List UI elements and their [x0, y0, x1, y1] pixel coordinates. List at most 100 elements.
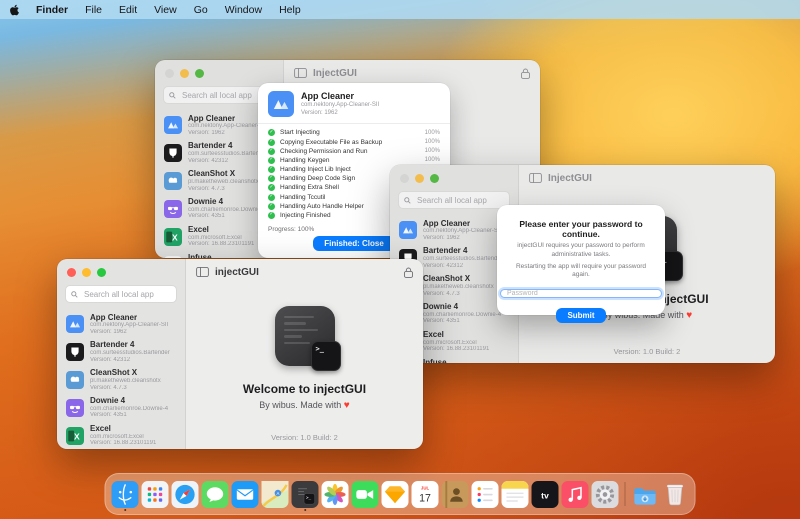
- dock-item-contacts[interactable]: [441, 480, 469, 508]
- menu-item-go[interactable]: Go: [194, 4, 208, 16]
- menu-item-edit[interactable]: Edit: [119, 4, 137, 16]
- dock-item-tv[interactable]: tv: [531, 480, 559, 508]
- submit-button[interactable]: Submit: [556, 308, 606, 324]
- excel-app-icon: X: [66, 426, 84, 445]
- app-cleaner-icon: [268, 91, 294, 118]
- app-bundle-id: com.charliemonroe.Downie-4: [188, 206, 267, 213]
- dock-item-photos[interactable]: [321, 480, 349, 508]
- menu-item-finder[interactable]: Finder: [36, 4, 68, 16]
- app-info: Downie 4 com.charliemonroe.Downie-4 Versio…: [188, 197, 266, 220]
- app-list-item[interactable]: CleanShot Xpl.maketheweb.cleanshotx Versi…: [63, 366, 179, 394]
- sidebar-toggle-icon[interactable]: [196, 267, 209, 277]
- app-list-item[interactable]: X Excelcom.microsoft.ExcelVersion: 16.88.…: [63, 422, 179, 449]
- search-input[interactable]: [82, 288, 171, 300]
- apple-menu[interactable]: [10, 4, 19, 16]
- window-title-bar[interactable]: injectGUI: [186, 259, 423, 285]
- zoom-button[interactable]: [195, 69, 204, 78]
- step-check-icon: [268, 156, 275, 164]
- zoom-button[interactable]: [430, 174, 439, 183]
- dock-item-maps[interactable]: A: [261, 480, 289, 508]
- sidebar-toggle-icon[interactable]: [529, 173, 542, 183]
- app-name: Excel: [90, 424, 111, 434]
- app-bundle-id: com.microsoft.Excel: [423, 339, 477, 346]
- search-input[interactable]: [180, 89, 269, 101]
- minimize-button[interactable]: [82, 268, 91, 277]
- sidebar-toggle-icon[interactable]: [294, 68, 307, 78]
- svg-text:>_: >_: [306, 495, 312, 500]
- appcleaner-app-icon: [399, 220, 417, 239]
- dock-item-downloads[interactable]: [632, 481, 659, 508]
- app-list-item[interactable]: Bartender 4 com.surteesstudios.Bartender V…: [63, 338, 179, 366]
- app-version: Version: 4.7.3: [423, 290, 460, 297]
- app-info: App Cleaner com.nektony.App-Cleaner-SII Ve…: [423, 219, 501, 242]
- window-title-bar[interactable]: InjectGUI: [519, 165, 775, 191]
- dialog-app-name: App Cleaner: [301, 91, 355, 101]
- dock-item-calendar[interactable]: JUL 17: [411, 480, 439, 508]
- injection-step: Checking Permission and Run 100%: [268, 147, 440, 156]
- dock-item-finder[interactable]: [111, 480, 139, 511]
- dock-item-sketch[interactable]: [381, 480, 409, 508]
- dock-item-notes[interactable]: [501, 480, 529, 508]
- close-button[interactable]: [67, 268, 76, 277]
- close-button[interactable]: [400, 174, 409, 183]
- search-field[interactable]: [398, 191, 510, 209]
- traffic-lights: [57, 259, 185, 281]
- dock-item-settings[interactable]: [591, 480, 619, 508]
- step-check-icon: [268, 211, 275, 220]
- app-bundle-id: pl.maketheweb.cleanshotx: [423, 283, 494, 290]
- app-name: Infuse: [423, 358, 447, 363]
- dock-item-safari[interactable]: [171, 480, 199, 508]
- step-check-icon: [268, 165, 275, 174]
- appcleaner-app-icon: [164, 115, 182, 134]
- app-version: Version: 1962: [423, 234, 460, 241]
- traffic-lights: [390, 165, 518, 187]
- cleanshot-app-icon: [66, 370, 84, 389]
- minimize-button[interactable]: [415, 174, 424, 183]
- menu-item-file[interactable]: File: [85, 4, 102, 16]
- lock-icon[interactable]: [521, 68, 530, 79]
- close-button[interactable]: [165, 69, 174, 78]
- dock-item-trash[interactable]: [662, 481, 689, 508]
- dock-item-mail[interactable]: [231, 480, 259, 508]
- step-label: Handling Extra Shell: [280, 184, 339, 192]
- lock-icon[interactable]: [404, 267, 413, 278]
- dock-item-reminders[interactable]: [471, 480, 499, 508]
- password-input[interactable]: [500, 289, 662, 299]
- menu-item-help[interactable]: Help: [279, 4, 301, 16]
- bartender-app-icon: [66, 342, 84, 361]
- app-version: Version: 16.88.23101191: [188, 241, 255, 248]
- app-list-item[interactable]: Downie 4 com.charliemonroe.Downie-4 Versio…: [63, 394, 179, 422]
- app-name: Excel: [188, 225, 209, 235]
- search-field[interactable]: [65, 285, 177, 303]
- dock-item-music[interactable]: [561, 480, 589, 508]
- menu-item-view[interactable]: View: [154, 4, 177, 16]
- excel-app-icon: X: [164, 227, 182, 246]
- zoom-button[interactable]: [97, 268, 106, 277]
- running-indicator: [303, 508, 307, 511]
- app-info: App Cleaner com.nektony.App-Cleaner-SII Ve…: [90, 313, 168, 336]
- dock-item-launchpad[interactable]: [141, 480, 169, 508]
- menu-item-window[interactable]: Window: [225, 4, 262, 16]
- app-list-item[interactable]: App Cleaner com.nektony.App-Cleaner-SII Ve…: [63, 310, 179, 338]
- app-bundle-id: com.surteesstudios.Bartender: [423, 255, 503, 262]
- app-list-item[interactable]: App Cleaner com.nektony.App-Cleaner-SII Ve…: [396, 216, 512, 244]
- svg-text:17: 17: [419, 492, 431, 504]
- dock-item-facetime[interactable]: [351, 480, 379, 508]
- search-input[interactable]: [415, 194, 504, 206]
- app-version: Version: 42312: [90, 356, 131, 363]
- dock-item-injectgui[interactable]: >_: [291, 480, 319, 511]
- running-indicator: [123, 508, 127, 511]
- minimize-button[interactable]: [180, 69, 189, 78]
- svg-text:tv: tv: [541, 490, 549, 500]
- bartender-app-icon: [164, 143, 182, 162]
- step-check-icon: [268, 129, 275, 137]
- app-version-footer: Version: 1.0 Build: 2: [271, 433, 338, 442]
- app-bundle-id: com.microsoft.Excel: [90, 433, 144, 440]
- step-percent: 100%: [424, 148, 440, 155]
- app-info: Infusecom.firecore.infuseVersion: 7.7.47…: [188, 253, 239, 258]
- app-bundle-id: pl.maketheweb.cleanshotx: [188, 178, 259, 185]
- finished-close-button[interactable]: Finished: Close: [313, 236, 395, 252]
- dock-item-messages[interactable]: [201, 480, 229, 508]
- app-list: App Cleaner com.nektony.App-Cleaner-SII Ve…: [57, 309, 185, 449]
- app-info: CleanShot Xpl.maketheweb.cleanshotx Versi…: [90, 368, 161, 391]
